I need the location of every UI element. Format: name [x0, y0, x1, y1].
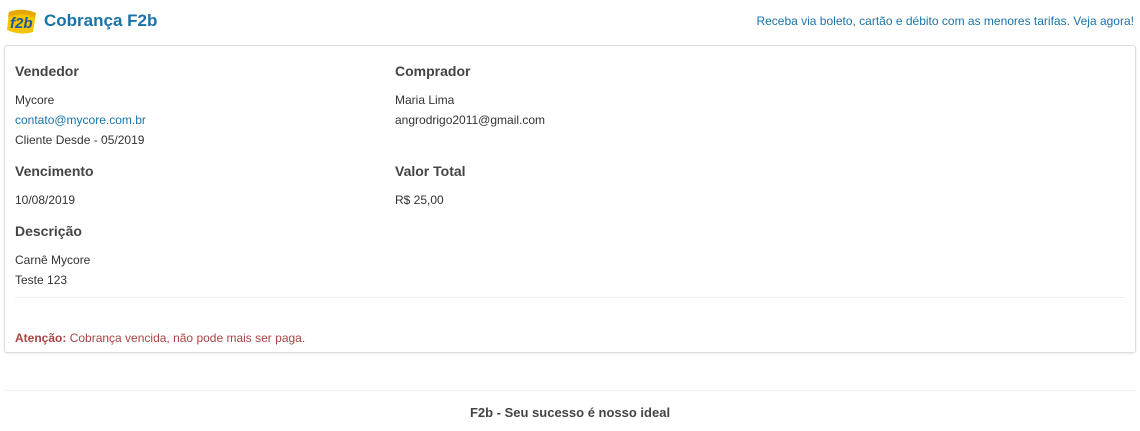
- due-date: 10/08/2019: [15, 193, 76, 207]
- page-title: Cobrança F2b: [44, 11, 158, 30]
- panel-divider: [15, 297, 1125, 298]
- warning-message: Cobrança vencida, não pode mais ser paga…: [69, 331, 306, 345]
- billing-panel: Vendedor Mycore contato@mycore.com.br Cl…: [4, 45, 1136, 353]
- description-line-1: Carnê Mycore: [15, 253, 91, 267]
- description-line-2: Teste 123: [15, 273, 68, 287]
- description-label: Descrição: [15, 223, 82, 239]
- seller-name: Mycore: [15, 93, 55, 107]
- buyer-name: Maria Lima: [395, 93, 455, 107]
- buyer-email: angrodrigo2011@gmail.com: [395, 113, 546, 127]
- buyer-label: Comprador: [395, 63, 471, 79]
- seller-since: Cliente Desde - 05/2019: [15, 133, 145, 147]
- total-amount: R$ 25,00: [395, 193, 444, 207]
- svg-text:f2b: f2b: [10, 15, 33, 32]
- f2b-logo-icon[interactable]: f2b: [6, 9, 38, 34]
- seller-email-link[interactable]: contato@mycore.com.br: [15, 113, 146, 127]
- due-label: Vencimento: [15, 163, 94, 179]
- page-header: f2b Cobrança F2b Receba via boleto, cart…: [0, 0, 1140, 44]
- seller-label: Vendedor: [15, 63, 79, 79]
- footer-text: F2b - Seu sucesso é nosso ideal: [469, 405, 671, 420]
- promo-link[interactable]: Receba via boleto, cartão e débito com a…: [756, 14, 1134, 28]
- total-label: Valor Total: [395, 163, 466, 179]
- overdue-warning: Atenção: Cobrança vencida, não pode mais…: [15, 331, 305, 345]
- warning-prefix: Atenção:: [15, 331, 67, 345]
- footer-divider: [4, 390, 1136, 391]
